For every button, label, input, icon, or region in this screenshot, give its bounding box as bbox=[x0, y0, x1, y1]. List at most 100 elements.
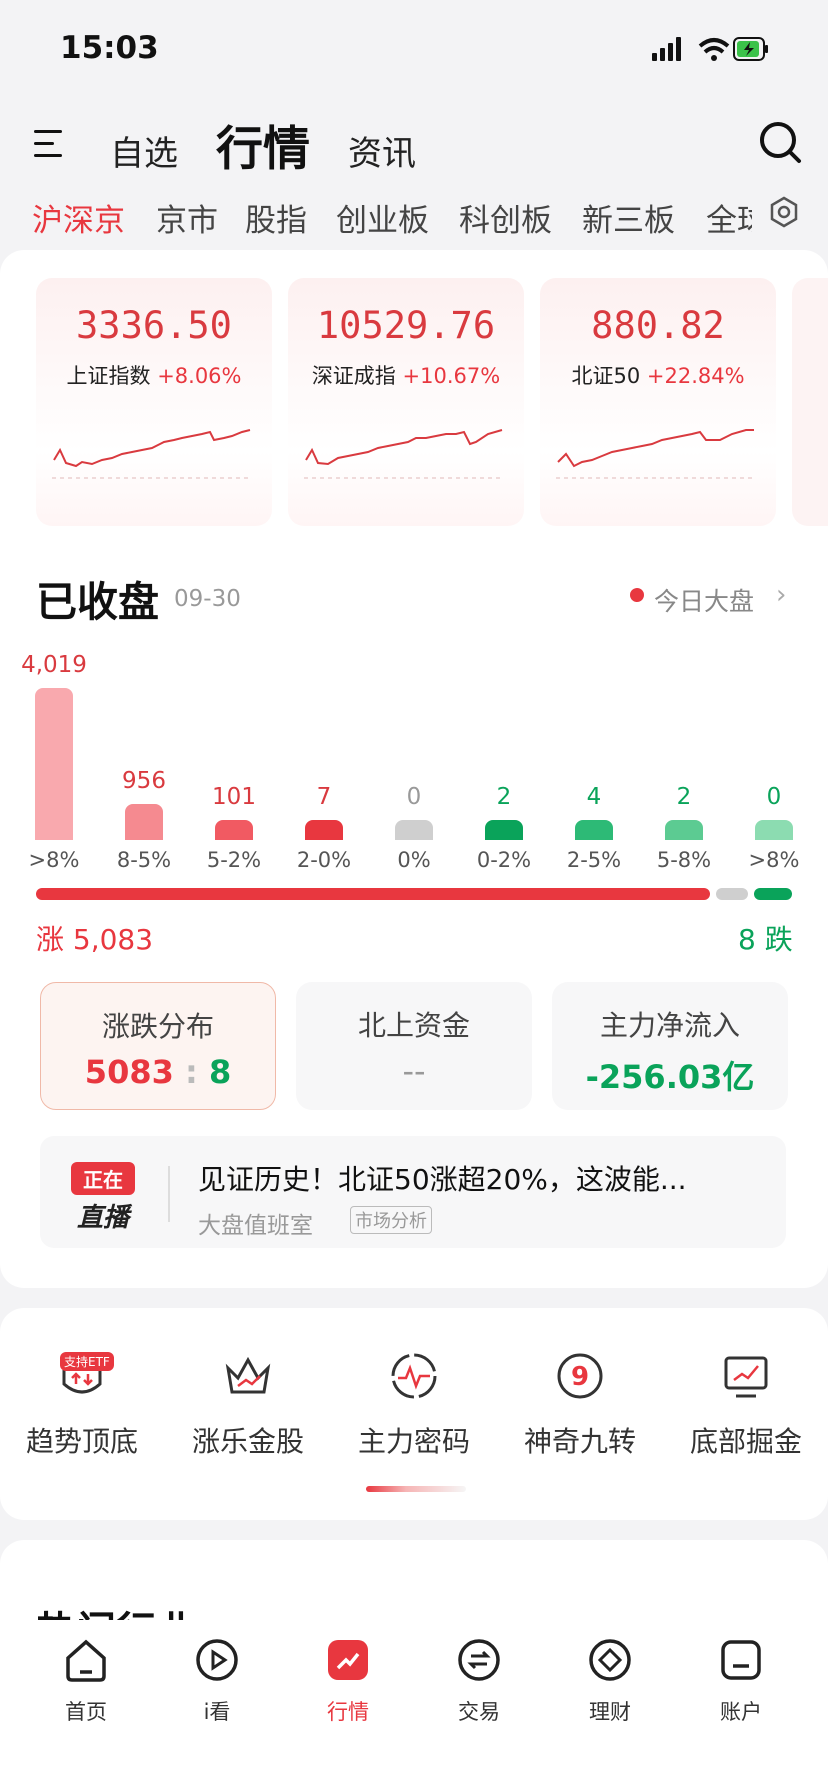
index-value: 3336.50 bbox=[76, 304, 232, 347]
live-source: 大盘值班室 bbox=[198, 1213, 313, 1239]
market-icon bbox=[328, 1640, 368, 1680]
distribution-count: 0 bbox=[766, 784, 782, 810]
flat-ratio-bar bbox=[716, 888, 748, 900]
index-card-shanghai[interactable]: 3336.50 上证指数 +8.06% bbox=[36, 278, 272, 526]
index-value: 10529.76 bbox=[316, 304, 496, 347]
distribution-label: 0% bbox=[397, 848, 431, 872]
settings-icon[interactable] bbox=[768, 196, 800, 228]
tabbar-account[interactable]: 账户 bbox=[691, 1636, 791, 1726]
distribution-count: 4,019 bbox=[21, 652, 87, 678]
play-icon bbox=[196, 1639, 238, 1681]
tabbar-watch[interactable]: i看 bbox=[167, 1636, 267, 1726]
fall-count: 8 跌 bbox=[738, 923, 793, 956]
distribution-count: 101 bbox=[212, 784, 256, 810]
svg-text:9: 9 bbox=[571, 1362, 589, 1392]
distribution-count: 2 bbox=[676, 784, 692, 810]
market-status-title: 已收盘 bbox=[36, 578, 159, 626]
trade-icon bbox=[458, 1639, 500, 1681]
distribution-bar bbox=[305, 820, 343, 840]
tab-market[interactable]: 行情 bbox=[216, 110, 310, 179]
tool-main-code[interactable]: 主力密码 bbox=[334, 1350, 494, 1460]
distribution-bar bbox=[755, 820, 793, 840]
stat-main-inflow[interactable]: 主力净流入 -256.03亿 bbox=[552, 982, 788, 1110]
live-dot-icon bbox=[630, 588, 644, 602]
index-name: 深证成指 +10.67% bbox=[311, 364, 501, 388]
etf-badge: 支持ETF bbox=[60, 1352, 114, 1371]
status-time: 15:03 bbox=[60, 30, 159, 66]
stat-value: -256.03亿 bbox=[585, 1058, 755, 1096]
tool-magic-nine[interactable]: 9 神奇九转 bbox=[500, 1350, 660, 1460]
pulse-icon bbox=[391, 1353, 437, 1399]
market-tab-jingshi[interactable]: 京市 bbox=[156, 195, 218, 240]
market-tab-guzhi[interactable]: 股指 bbox=[245, 195, 307, 240]
distribution-bar bbox=[665, 820, 703, 840]
stat-title: 主力净流入 bbox=[599, 1009, 740, 1042]
today-market-link[interactable]: 今日大盘 bbox=[654, 582, 754, 618]
index-name: 北证50 +22.84% bbox=[571, 364, 745, 388]
tabbar-trade[interactable]: 交易 bbox=[429, 1636, 529, 1726]
stat-distribution[interactable]: 涨跌分布 5083 : 8 bbox=[40, 982, 276, 1110]
distribution-count: 2 bbox=[496, 784, 512, 810]
live-headline: 见证历史！北证50涨超20%，这波能... bbox=[198, 1163, 687, 1196]
market-tab-global[interactable]: 全球 bbox=[706, 203, 752, 235]
stat-down: 8 bbox=[208, 1053, 232, 1091]
monitor-icon bbox=[724, 1356, 768, 1398]
stat-northbound[interactable]: 北上资金 -- bbox=[296, 982, 532, 1110]
scroll-indicator bbox=[366, 1486, 466, 1492]
index-sparkline bbox=[52, 429, 252, 479]
distribution-count: 4 bbox=[586, 784, 602, 810]
index-sparkline bbox=[304, 429, 504, 479]
live-badge: 正在 直播 bbox=[68, 1162, 138, 1234]
index-sparkline bbox=[556, 429, 756, 479]
distribution-bar bbox=[485, 820, 523, 840]
wealth-icon bbox=[589, 1639, 631, 1681]
tabbar-market[interactable]: 行情 bbox=[298, 1636, 398, 1726]
menu-icon[interactable] bbox=[34, 130, 62, 158]
index-value: 880.82 bbox=[591, 304, 725, 347]
distribution-label: 5-2% bbox=[206, 848, 262, 872]
tool-bottom-dig[interactable]: 底部掘金 bbox=[666, 1350, 826, 1460]
distribution-bar bbox=[395, 820, 433, 840]
distribution-label: 8-5% bbox=[116, 848, 172, 872]
tabbar-home[interactable]: 首页 bbox=[36, 1636, 136, 1726]
tab-watchlist[interactable]: 自选 bbox=[110, 126, 178, 175]
distribution-bar bbox=[215, 820, 253, 840]
index-card-bz50[interactable]: 880.82 北证50 +22.84% bbox=[540, 278, 776, 526]
index-name: 上证指数 +8.06% bbox=[66, 364, 242, 388]
chevron-right-icon[interactable]: › bbox=[776, 580, 786, 610]
market-tab-kechuang[interactable]: 科创板 bbox=[459, 195, 552, 240]
index-card-shenzhen[interactable]: 10529.76 深证成指 +10.67% bbox=[288, 278, 524, 526]
account-icon bbox=[721, 1640, 761, 1680]
rise-count: 涨 5,083 bbox=[36, 923, 154, 956]
index-card-partial[interactable] bbox=[792, 278, 828, 526]
distribution-label: 2-0% bbox=[296, 848, 352, 872]
distribution-count: 0 bbox=[406, 784, 422, 810]
distribution-label: 2-5% bbox=[566, 848, 622, 872]
distribution-bar bbox=[35, 688, 73, 840]
distribution-label: 0-2% bbox=[476, 848, 532, 872]
distribution-bar bbox=[575, 820, 613, 840]
distribution-label: >8% bbox=[28, 848, 80, 872]
market-tab-chuangye[interactable]: 创业板 bbox=[336, 195, 429, 240]
distribution-count: 7 bbox=[316, 784, 332, 810]
stat-up: 5083 bbox=[84, 1053, 174, 1091]
market-tab-xinsanban[interactable]: 新三板 bbox=[582, 195, 675, 240]
tool-golden-stock[interactable]: 涨乐金股 bbox=[168, 1350, 328, 1460]
distribution-label: 5-8% bbox=[656, 848, 712, 872]
stat-title: 北上资金 bbox=[357, 1009, 470, 1042]
market-tab-hushenjing[interactable]: 沪深京 bbox=[32, 195, 125, 240]
distribution-count: 956 bbox=[122, 768, 166, 794]
distribution-bar bbox=[125, 804, 163, 840]
distribution-label: >8% bbox=[748, 848, 800, 872]
tab-news[interactable]: 资讯 bbox=[348, 126, 416, 175]
nine-icon: 9 bbox=[557, 1353, 603, 1399]
live-tag: 市场分析 bbox=[350, 1206, 432, 1234]
home-icon bbox=[66, 1639, 106, 1682]
divider bbox=[168, 1166, 170, 1222]
distribution-chart: 4,019 >8% 956 8-5% 101 5-2% 7 2-0% 0 0% 2 0-2% 4 2-5%… bbox=[0, 640, 828, 872]
fall-ratio-bar bbox=[754, 888, 792, 900]
tabbar-wealth[interactable]: 理财 bbox=[560, 1636, 660, 1726]
search-icon[interactable] bbox=[758, 120, 802, 164]
rise-ratio-bar bbox=[36, 888, 710, 900]
stat-value: -- bbox=[402, 1052, 426, 1090]
